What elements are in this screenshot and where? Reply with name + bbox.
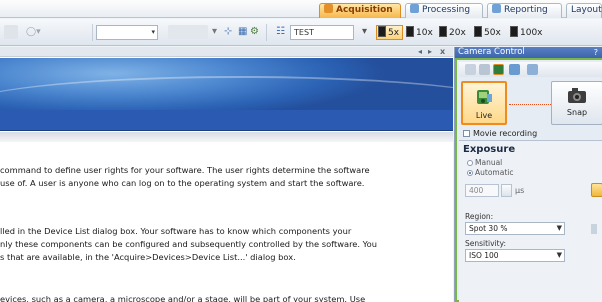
zoom-label: 50x (484, 28, 501, 38)
properties-icon[interactable] (465, 64, 476, 75)
live-button[interactable]: Live (461, 81, 507, 125)
tab-label: Processing (422, 5, 471, 15)
live-label: Live (475, 111, 493, 120)
live-camera-icon (477, 90, 492, 104)
tab-label: Acquisition (336, 5, 393, 15)
snap-camera-icon (568, 88, 586, 103)
toolbar-separator (92, 24, 93, 41)
lock-icon[interactable] (591, 183, 602, 197)
region-label: Region: (465, 212, 494, 221)
exposure-automatic-radio[interactable]: Automatic (467, 168, 513, 177)
panel-frame: Live Snap Movie recording Exposure Manua… (455, 58, 602, 302)
toolbar-disabled-icon[interactable] (4, 25, 18, 39)
exposure-spinner[interactable] (501, 184, 512, 197)
report-icon (492, 4, 501, 13)
tab-label: Layout (571, 5, 602, 15)
checkbox-box (463, 130, 470, 137)
toolbar-combo[interactable]: ▾ (96, 25, 158, 40)
sensitivity-label: Sensitivity: (465, 239, 507, 248)
camera-control-panel: Camera Control ? Live Snap Movie recordi… (454, 47, 602, 302)
toolbar-separator (266, 24, 267, 41)
zoom-label: 10x (416, 28, 433, 38)
snap-button[interactable]: Snap (551, 81, 602, 125)
paragraph-line: evices, such as a camera, a microscope a… (0, 294, 366, 302)
settings-icon[interactable] (509, 64, 520, 75)
zoom-100x-button[interactable]: 100x (508, 25, 547, 40)
sensitivity-value: ISO 100 (469, 251, 499, 260)
panel-title: Camera Control ? (455, 47, 602, 58)
zoom-label: 100x (520, 28, 543, 38)
processing-icon (410, 4, 419, 13)
tile-icon[interactable]: ▦ (238, 25, 247, 39)
name-field[interactable]: TEST (290, 25, 354, 40)
dropdown-arrow-icon[interactable]: ▾ (212, 25, 217, 39)
main-document-window: ◂ ▸ x command to define user rights for … (0, 47, 453, 302)
radio-dot (467, 160, 473, 166)
objective-icon (378, 26, 386, 37)
objective-icon (439, 26, 447, 37)
chevron-down-icon: ▼ (556, 224, 562, 232)
close-button[interactable]: x (440, 47, 445, 57)
toolbar-disabled-dropdown[interactable]: ◯▾ (26, 25, 56, 39)
exposure-unit: µs (515, 186, 525, 195)
movie-recording-label: Movie recording (473, 129, 538, 138)
tab-reporting[interactable]: Reporting (487, 3, 562, 18)
image-icon[interactable] (527, 64, 538, 75)
region-value: Spot 30 % (469, 224, 508, 233)
exposure-section: Exposure Manual Automatic 400 µs Region:… (459, 140, 602, 302)
tab-processing[interactable]: Processing (405, 3, 483, 18)
tab-acquisition[interactable]: Acquisition (319, 3, 401, 18)
exposure-heading: Exposure (463, 144, 516, 155)
zoom-10x-button[interactable]: 10x (404, 25, 437, 40)
dropdown-arrow-icon[interactable]: ▾ (362, 25, 367, 39)
zoom-50x-button[interactable]: 50x (472, 25, 505, 40)
histogram-icon[interactable] (479, 64, 490, 75)
zoom-label: 20x (449, 28, 466, 38)
zoom-5x-button[interactable]: 5x (376, 25, 404, 40)
movie-recording-checkbox[interactable]: Movie recording (463, 129, 537, 138)
tab-label: Reporting (504, 5, 548, 15)
nav-prev-button[interactable]: ◂ (418, 47, 422, 57)
paragraph-line: nly these components can be configured a… (0, 239, 377, 249)
panel-help-button[interactable]: ? (594, 47, 598, 58)
zoom-20x-button[interactable]: 20x (437, 25, 470, 40)
toolbar-disabled-control[interactable] (168, 25, 208, 39)
paragraph-line: command to define user rights for your s… (0, 165, 370, 175)
settings-icon[interactable]: ⚙ (250, 25, 259, 39)
chevron-down-icon: ▾ (151, 28, 155, 36)
exposure-time-input[interactable]: 400 (465, 184, 499, 197)
header-banner (0, 58, 453, 110)
radio-label: Manual (475, 158, 503, 167)
paragraph-line: s that are available, in the 'Acquire>De… (0, 252, 296, 262)
tab-layout[interactable]: Layout (566, 3, 602, 18)
header-bar (0, 110, 453, 131)
zoom-label: 5x (388, 28, 400, 38)
scrollbar-thumb[interactable] (591, 224, 597, 234)
window-titlebar: ◂ ▸ x (0, 47, 453, 57)
toolbar: ◯▾ ▾ ▾ ⊹ ▦ ⚙ ☷ TEST ▾ 5x 10x 20x 50x 100… (0, 19, 602, 46)
chevron-down-icon: ▼ (556, 251, 562, 259)
paragraph-line: lled in the Device List dialog box. Your… (0, 226, 352, 236)
arrange-icon[interactable]: ⊹ (224, 25, 232, 39)
nav-next-button[interactable]: ▸ (428, 47, 432, 57)
objective-icon (474, 26, 482, 37)
ribbon-tab-bar: Acquisition Processing Reporting Layout (0, 0, 602, 18)
sensitivity-dropdown[interactable]: ISO 100 ▼ (465, 249, 565, 262)
radio-label: Automatic (475, 168, 514, 177)
color-icon[interactable] (493, 64, 504, 75)
region-dropdown[interactable]: Spot 30 % ▼ (465, 222, 565, 235)
panel-title-text: Camera Control (458, 47, 525, 57)
panel-toolbar (459, 62, 602, 77)
radio-dot (467, 170, 473, 176)
content-divider (0, 132, 453, 142)
paragraph-line: use of. A user is anyone who can log on … (0, 178, 365, 188)
overlay-icon[interactable]: ☷ (276, 25, 285, 39)
objective-icon (406, 26, 414, 37)
snap-label: Snap (566, 108, 588, 117)
exposure-manual-radio[interactable]: Manual (467, 158, 502, 167)
camera-icon (324, 4, 333, 13)
objective-icon (510, 26, 518, 37)
